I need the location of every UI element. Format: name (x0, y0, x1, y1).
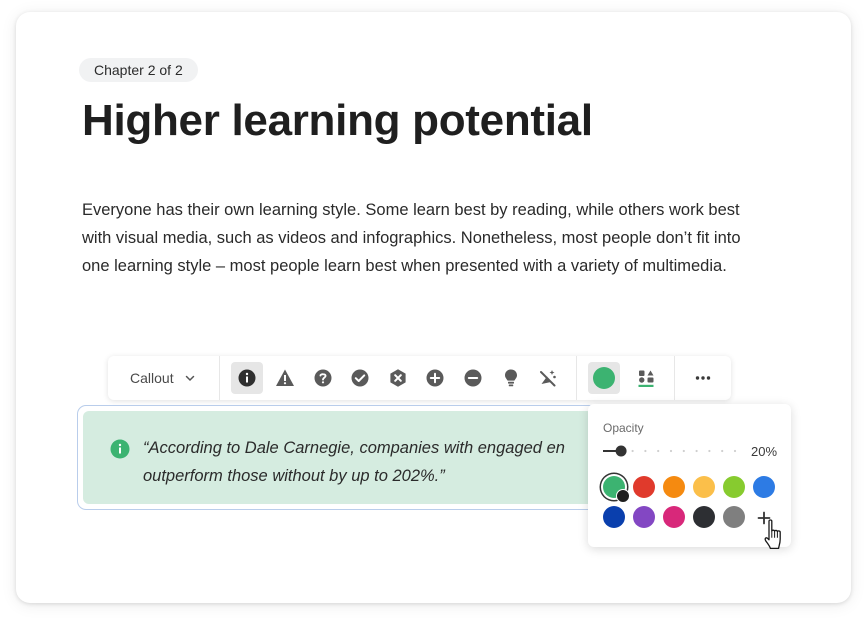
callout-line-1: “According to Dale Carnegie, companies w… (143, 439, 565, 457)
info-icon (238, 369, 256, 387)
check-icon-button[interactable] (344, 362, 376, 394)
color-swatch[interactable] (603, 476, 630, 503)
question-icon-button[interactable] (307, 362, 339, 394)
opacity-label: Opacity (603, 421, 644, 435)
slider-tick (708, 449, 711, 453)
color-dot (593, 367, 615, 389)
callout-line-2: outperform those without by up to 202%.” (143, 467, 445, 485)
warning-icon-button[interactable] (269, 362, 301, 394)
callout-toolbar: Callout (108, 356, 731, 400)
block-type-dropdown[interactable]: Callout (130, 356, 195, 400)
minus-circle-icon-button[interactable] (457, 362, 489, 394)
color-swatch[interactable] (663, 506, 685, 528)
minus-circle-icon (464, 369, 482, 387)
slider-tick (733, 449, 737, 453)
slider-tick (657, 449, 660, 453)
color-popover: Opacity 20% (588, 404, 791, 547)
slider-tick (644, 449, 647, 453)
block-type-label: Callout (130, 370, 174, 386)
color-swatch[interactable] (693, 476, 715, 498)
slider-tick (695, 449, 698, 453)
info-icon-button[interactable] (231, 362, 263, 394)
page-title[interactable]: Higher learning potential (82, 96, 593, 146)
color-swatch[interactable] (633, 476, 655, 498)
hand-cursor-icon (764, 519, 781, 550)
slider-thumb[interactable] (615, 445, 627, 457)
error-icon-button[interactable] (382, 362, 414, 394)
color-swatch[interactable] (693, 506, 715, 528)
color-swatch[interactable] (603, 506, 625, 528)
warning-icon (276, 369, 294, 386)
toolbar-divider (674, 356, 675, 400)
color-swatch[interactable] (633, 506, 655, 528)
plus-circle-icon-button[interactable] (419, 362, 451, 394)
question-icon (314, 369, 332, 387)
info-icon[interactable] (110, 439, 130, 459)
chevron-down-icon (185, 375, 195, 382)
callout-background: “According to Dale Carnegie, companies w… (83, 411, 598, 504)
color-swatch[interactable] (723, 476, 745, 498)
color-swatch[interactable] (663, 476, 685, 498)
style-button[interactable] (630, 362, 662, 394)
plus-circle-icon (426, 369, 444, 387)
star-badge-icon (616, 489, 630, 503)
opacity-slider[interactable] (603, 444, 739, 458)
color-swatch[interactable] (753, 476, 775, 498)
callout-block[interactable]: “According to Dale Carnegie, companies w… (77, 405, 599, 510)
lightbulb-icon (505, 369, 517, 387)
slider-tick (669, 449, 673, 453)
slider-tick (721, 449, 724, 453)
opacity-value: 20% (751, 444, 778, 459)
color-swatch[interactable] (723, 506, 745, 528)
toolbar-divider (219, 356, 220, 400)
toolbar-divider (576, 356, 577, 400)
callout-text[interactable]: “According to Dale Carnegie, companies w… (143, 434, 613, 490)
slider-tick (631, 449, 634, 453)
no-icon-icon (540, 370, 556, 387)
body-paragraph[interactable]: Everyone has their own learning style. S… (82, 196, 772, 280)
slider-tick (682, 449, 685, 453)
more-icon (695, 376, 711, 380)
error-icon (390, 369, 406, 387)
lightbulb-icon-button[interactable] (495, 362, 527, 394)
color-picker-button[interactable] (588, 362, 620, 394)
no-icon-icon-button[interactable] (532, 362, 564, 394)
style-icon (638, 370, 654, 387)
check-icon (351, 369, 369, 387)
chapter-badge: Chapter 2 of 2 (79, 58, 198, 82)
more-options-button[interactable] (687, 362, 719, 394)
